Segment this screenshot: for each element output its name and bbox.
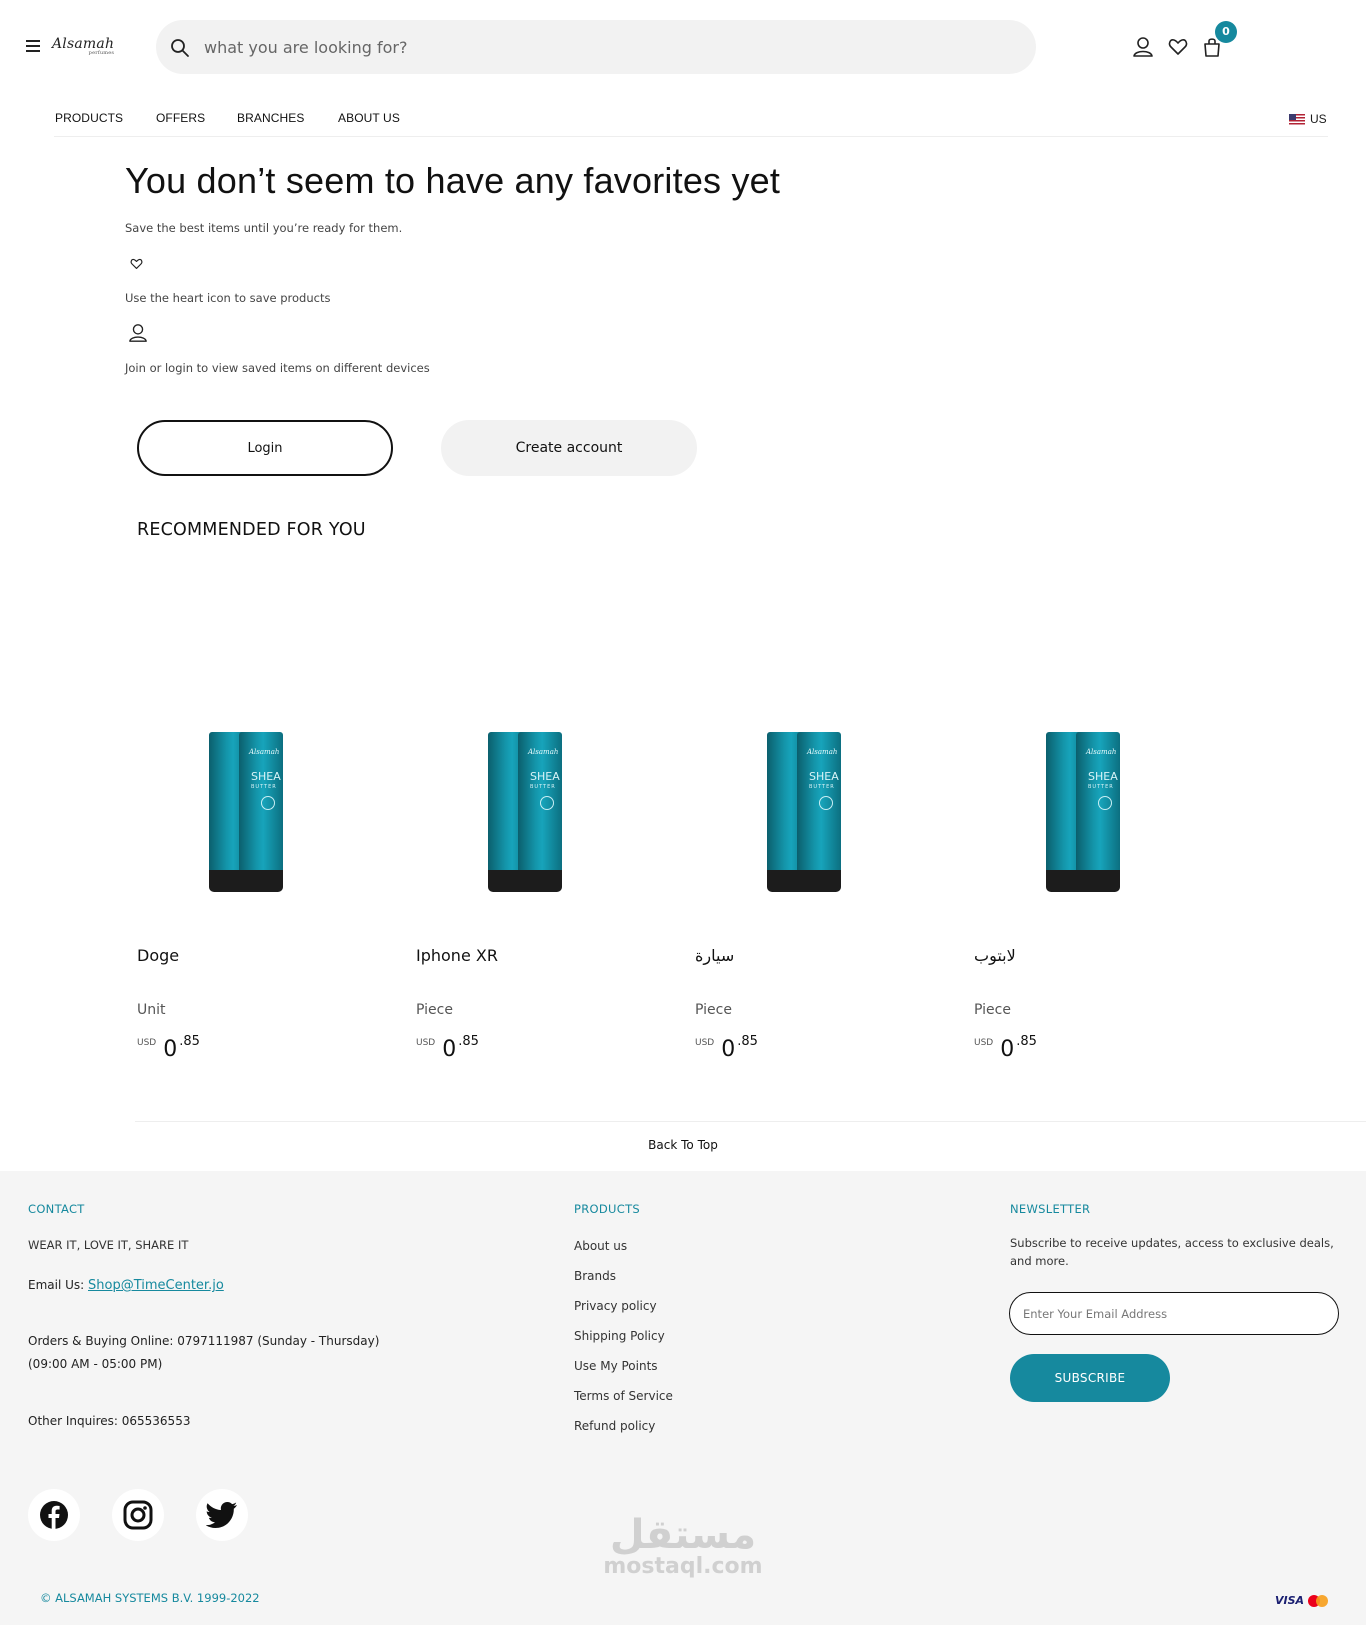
footer-contact-heading: CONTACT — [28, 1202, 85, 1216]
footer-link-refund-policy[interactable]: Refund policy — [574, 1419, 655, 1433]
watermark-arabic: مستقل — [609, 1512, 757, 1558]
tip-login-text: Join or login to view saved items on dif… — [125, 361, 430, 375]
locale-selector[interactable]: US — [1289, 112, 1327, 126]
mastercard-icon — [1308, 1594, 1329, 1607]
us-flag-icon — [1289, 113, 1305, 125]
heart-icon[interactable] — [1167, 36, 1189, 58]
tip-heart-text: Use the heart icon to save products — [125, 291, 331, 305]
product-name[interactable]: Doge — [137, 946, 179, 965]
footer-email-row: Email Us: Shop@TimeCenter.jo — [28, 1274, 224, 1297]
email-link[interactable]: Shop@TimeCenter.jo — [88, 1278, 224, 1293]
footer-link-terms-of-service[interactable]: Terms of Service — [574, 1389, 673, 1403]
product-unit: Unit — [137, 1002, 166, 1018]
locale-label: US — [1310, 112, 1327, 126]
visa-icon: VISA — [1275, 1594, 1305, 1607]
instagram-link[interactable] — [112, 1489, 164, 1541]
create-account-button[interactable]: Create account — [441, 420, 697, 476]
logo[interactable]: Alsamah perfumes — [52, 36, 114, 56]
product-card[interactable]: Alsamah SHEA BUTTER Iphone XR Piece USD 0.8… — [416, 720, 636, 1062]
product-price: USD 0.85 — [974, 1034, 1037, 1062]
product-image[interactable]: Alsamah SHEA BUTTER — [199, 720, 319, 900]
watermark: مستقل mostaql.com — [598, 1512, 768, 1579]
footer-link-brands[interactable]: Brands — [574, 1269, 616, 1283]
product-unit: Piece — [695, 1002, 732, 1018]
cart-count-badge: 0 — [1215, 21, 1237, 43]
search-input[interactable] — [204, 34, 1004, 60]
subscribe-button[interactable]: SUBSCRIBE — [1010, 1354, 1170, 1402]
recommended-title: RECOMMENDED FOR YOU — [137, 520, 366, 540]
watermark-latin: mostaql.com — [603, 1554, 763, 1579]
tube-front: Alsamah SHEA BUTTER — [797, 732, 841, 892]
product-name[interactable]: سيارة — [695, 946, 734, 965]
product-image[interactable]: Alsamah SHEA BUTTER — [757, 720, 877, 900]
product-price: USD 0.85 — [416, 1034, 479, 1062]
product-unit: Piece — [416, 1002, 453, 1018]
email-label: Email Us: — [28, 1278, 88, 1292]
product-card[interactable]: Alsamah SHEA BUTTER لابتوب Piece USD 0.85 — [974, 720, 1194, 1062]
search-icon — [171, 39, 189, 57]
footer-products-heading: PRODUCTS — [574, 1202, 641, 1216]
nav-branches[interactable]: BRANCHES — [237, 111, 304, 125]
product-card[interactable]: Alsamah SHEA BUTTER Doge Unit USD 0.85 — [137, 720, 357, 1062]
page-subtitle: Save the best items until you’re ready f… — [125, 221, 403, 235]
product-image[interactable]: Alsamah SHEA BUTTER — [478, 720, 598, 900]
newsletter-email-input[interactable] — [1009, 1292, 1339, 1335]
instagram-icon — [123, 1500, 153, 1530]
payment-methods: VISA — [1275, 1594, 1329, 1607]
product-price: USD 0.85 — [137, 1034, 200, 1062]
nav-products[interactable]: PRODUCTS — [55, 111, 123, 125]
footer-newsletter-heading: NEWSLETTER — [1010, 1202, 1091, 1216]
footer-tagline: WEAR IT, LOVE IT, SHARE IT — [28, 1238, 189, 1252]
product-name[interactable]: Iphone XR — [416, 946, 498, 965]
nav-about-us[interactable]: ABOUT US — [338, 111, 400, 125]
section-divider — [135, 1121, 1366, 1122]
tube-front: Alsamah SHEA BUTTER — [1076, 732, 1120, 892]
facebook-link[interactable] — [28, 1489, 80, 1541]
product-name[interactable]: لابتوب — [974, 946, 1016, 965]
heart-icon — [130, 258, 143, 270]
footer-link-about-us[interactable]: About us — [574, 1239, 627, 1253]
footer-link-shipping-policy[interactable]: Shipping Policy — [574, 1329, 665, 1343]
user-icon — [129, 324, 147, 342]
footer-other-inquiries: Other Inquires: 065536553 — [28, 1414, 191, 1428]
login-button[interactable]: Login — [137, 420, 393, 476]
twitter-link[interactable] — [196, 1489, 248, 1541]
footer-orders: Orders & Buying Online: 0797111987 (Sund… — [28, 1334, 380, 1371]
nav-offers[interactable]: OFFERS — [156, 111, 205, 125]
twitter-icon — [206, 1502, 237, 1528]
header-divider — [54, 136, 1328, 137]
newsletter-text: Subscribe to receive updates, access to … — [1010, 1236, 1334, 1268]
facebook-icon — [40, 1501, 68, 1529]
tube-front: Alsamah SHEA BUTTER — [239, 732, 283, 892]
footer-link-use-my-points[interactable]: Use My Points — [574, 1359, 658, 1373]
footer-link-privacy-policy[interactable]: Privacy policy — [574, 1299, 657, 1313]
product-price: USD 0.85 — [695, 1034, 758, 1062]
page-title: You don’t seem to have any favorites yet — [125, 160, 781, 201]
product-image[interactable]: Alsamah SHEA BUTTER — [1036, 720, 1156, 900]
copyright: © ALSAMAH SYSTEMS B.V. 1999-2022 — [40, 1591, 260, 1605]
user-icon[interactable] — [1132, 36, 1154, 58]
tube-front: Alsamah SHEA BUTTER — [518, 732, 562, 892]
product-unit: Piece — [974, 1002, 1011, 1018]
product-card[interactable]: Alsamah SHEA BUTTER سيارة Piece USD 0.85 — [695, 720, 915, 1062]
menu-icon[interactable] — [26, 40, 42, 53]
back-to-top-link[interactable]: Back To Top — [0, 1138, 1366, 1152]
